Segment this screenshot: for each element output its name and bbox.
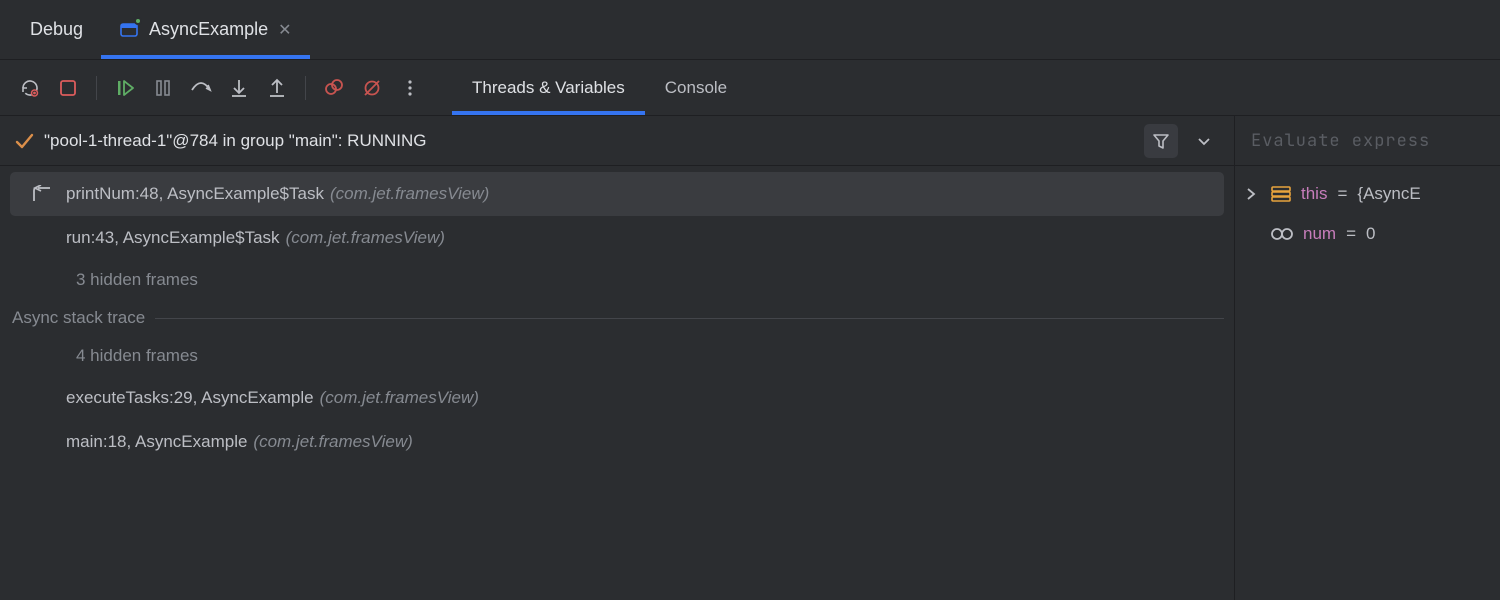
- running-indicator-icon: [134, 17, 142, 25]
- filter-button[interactable]: [1144, 124, 1178, 158]
- frame-row[interactable]: run:43, AsyncExample$Task (com.jet.frame…: [10, 216, 1224, 260]
- frame-package: (com.jet.framesView): [330, 184, 489, 204]
- variable-row[interactable]: this = {AsyncE: [1245, 174, 1490, 214]
- frame-row[interactable]: main:18, AsyncExample (com.jet.framesVie…: [10, 420, 1224, 464]
- tab-debug-tool-window[interactable]: Debug: [12, 0, 101, 59]
- variables-list: this = {AsyncE num = 0: [1235, 166, 1500, 262]
- step-into-button[interactable]: [223, 72, 255, 104]
- async-label: Async stack trace: [10, 300, 145, 336]
- rerun-button[interactable]: [14, 72, 46, 104]
- frame-package: (com.jet.framesView): [286, 228, 445, 248]
- frame-text: executeTasks:29, AsyncExample: [66, 388, 314, 408]
- frame-package: (com.jet.framesView): [320, 388, 479, 408]
- async-stacktrace-separator: Async stack trace: [10, 300, 1224, 336]
- tool-window-title: Debug: [30, 19, 83, 40]
- step-over-button[interactable]: [185, 72, 217, 104]
- tab-run-config[interactable]: AsyncExample ✕: [101, 0, 309, 59]
- debug-view-tabs: Threads & Variables Console: [452, 60, 747, 115]
- resume-button[interactable]: [109, 72, 141, 104]
- equals-sign: =: [1346, 224, 1356, 244]
- evaluate-placeholder: Evaluate express: [1251, 130, 1430, 152]
- equals-sign: =: [1337, 184, 1347, 204]
- object-icon: [1271, 185, 1291, 203]
- thread-status-icon: [14, 131, 34, 151]
- watch-icon: [1271, 227, 1293, 241]
- debug-toolbar: Threads & Variables Console: [0, 60, 1500, 116]
- evaluate-expression-input[interactable]: Evaluate express: [1235, 116, 1500, 166]
- separator-line: [155, 318, 1224, 319]
- chevron-right-icon[interactable]: [1245, 188, 1261, 200]
- toolbar-separator: [96, 76, 97, 100]
- stop-button[interactable]: [52, 72, 84, 104]
- thread-label: "pool-1-thread-1"@784 in group "main": R…: [44, 131, 1134, 151]
- tab-label: Console: [665, 78, 727, 98]
- more-actions-button[interactable]: [394, 72, 426, 104]
- view-breakpoints-button[interactable]: [318, 72, 350, 104]
- frame-text: printNum:48, AsyncExample$Task: [66, 184, 324, 204]
- frame-row[interactable]: executeTasks:29, AsyncExample (com.jet.f…: [10, 376, 1224, 420]
- variable-value: 0: [1366, 224, 1375, 244]
- debug-content: "pool-1-thread-1"@784 in group "main": R…: [0, 116, 1500, 600]
- hidden-frames-label[interactable]: 3 hidden frames: [10, 260, 1224, 300]
- variable-name: this: [1301, 184, 1327, 204]
- tab-threads-variables[interactable]: Threads & Variables: [452, 60, 645, 115]
- variable-row[interactable]: num = 0: [1245, 214, 1490, 254]
- frame-text: main:18, AsyncExample: [66, 432, 247, 452]
- chevron-down-icon[interactable]: [1188, 133, 1220, 149]
- hidden-frames-label[interactable]: 4 hidden frames: [10, 336, 1224, 376]
- tab-label: Threads & Variables: [472, 78, 625, 98]
- frame-row[interactable]: printNum:48, AsyncExample$Task (com.jet.…: [10, 172, 1224, 216]
- toolbar-separator: [305, 76, 306, 100]
- frame-package: (com.jet.framesView): [253, 432, 412, 452]
- frame-text: run:43, AsyncExample$Task: [66, 228, 280, 248]
- drop-frame-icon[interactable]: [32, 185, 52, 203]
- variables-pane: Evaluate express this = {AsyncE num: [1234, 116, 1500, 600]
- variable-name: num: [1303, 224, 1336, 244]
- run-config-name: AsyncExample: [149, 19, 268, 40]
- frames-pane: "pool-1-thread-1"@784 in group "main": R…: [0, 116, 1234, 600]
- step-out-button[interactable]: [261, 72, 293, 104]
- mute-breakpoints-button[interactable]: [356, 72, 388, 104]
- run-config-icon: [119, 20, 139, 40]
- pause-button[interactable]: [147, 72, 179, 104]
- tab-console[interactable]: Console: [645, 60, 747, 115]
- close-icon[interactable]: ✕: [278, 20, 291, 40]
- thread-selector[interactable]: "pool-1-thread-1"@784 in group "main": R…: [0, 116, 1234, 166]
- variable-value: {AsyncE: [1357, 184, 1420, 204]
- frames-list: printNum:48, AsyncExample$Task (com.jet.…: [0, 166, 1234, 600]
- tool-window-tabs: Debug AsyncExample ✕: [0, 0, 1500, 60]
